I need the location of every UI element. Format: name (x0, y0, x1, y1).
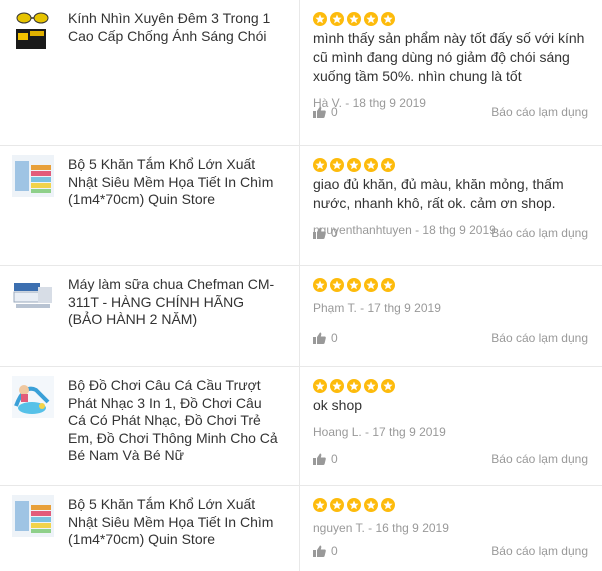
star-icon (330, 158, 344, 172)
star-icon (313, 379, 327, 393)
product-thumbnail[interactable] (12, 495, 54, 537)
review-text: ok shop (313, 397, 363, 413)
star-icon (364, 12, 378, 26)
review-actions: 0 Báo cáo lạm dụng (313, 226, 588, 240)
product-name[interactable]: Bộ 5 Khăn Tắm Khổ Lớn Xuất Nhật Siêu Mềm… (68, 156, 299, 265)
thumbs-up-icon (313, 453, 326, 465)
report-abuse-link[interactable]: Báo cáo lạm dụng (491, 331, 588, 345)
review-cell: nguyen T. - 16 thg 9 2019 0 Báo cáo lạm … (300, 486, 602, 571)
star-icon (330, 12, 344, 26)
report-abuse-link[interactable]: Báo cáo lạm dụng (491, 452, 588, 466)
like-count: 0 (331, 331, 338, 345)
thumbs-up-icon (313, 106, 326, 118)
like-count: 0 (331, 105, 338, 119)
product-cell: Kính Nhìn Xuyên Đêm 3 Trong 1 Cao Cấp Ch… (0, 0, 300, 145)
like-button[interactable]: 0 (313, 226, 338, 240)
review-actions: 0 Báo cáo lạm dụng (313, 544, 588, 558)
like-button[interactable]: 0 (313, 452, 338, 466)
product-cell: Máy làm sữa chua Chefman CM-311T - HÀNG … (0, 266, 300, 366)
like-count: 0 (331, 452, 338, 466)
star-icon (381, 158, 395, 172)
review-text: giao đủ khăn, đủ màu, khăn mỏng, thấm nư… (313, 176, 564, 211)
star-icon (313, 158, 327, 172)
report-abuse-link[interactable]: Báo cáo lạm dụng (491, 105, 588, 119)
star-icon (364, 498, 378, 512)
thumbs-up-icon (313, 545, 326, 557)
product-cell: Bộ 5 Khăn Tắm Khổ Lớn Xuất Nhật Siêu Mềm… (0, 486, 300, 571)
star-icon (347, 498, 361, 512)
review-row: Bộ 5 Khăn Tắm Khổ Lớn Xuất Nhật Siêu Mềm… (0, 146, 602, 266)
rating-stars (313, 12, 588, 26)
star-icon (364, 278, 378, 292)
review-cell: Phạm T. - 17 thg 9 2019 0 Báo cáo lạm dụ… (300, 266, 602, 366)
star-icon (347, 278, 361, 292)
rating-stars (313, 379, 588, 393)
like-count: 0 (331, 544, 338, 558)
report-abuse-link[interactable]: Báo cáo lạm dụng (491, 544, 588, 558)
review-author-date: Hoang L. - 17 thg 9 2019 (313, 425, 446, 439)
review-cell: mình thấy sản phẩm này tốt đấy số với kí… (300, 0, 602, 145)
like-button[interactable]: 0 (313, 105, 338, 119)
star-icon (381, 498, 395, 512)
review-row: Máy làm sữa chua Chefman CM-311T - HÀNG … (0, 266, 602, 367)
review-author-date: Phạm T. - 17 thg 9 2019 (313, 301, 441, 315)
star-icon (381, 12, 395, 26)
star-icon (347, 379, 361, 393)
review-actions: 0 Báo cáo lạm dụng (313, 331, 588, 345)
star-icon (330, 379, 344, 393)
thumbs-up-icon (313, 227, 326, 239)
review-actions: 0 Báo cáo lạm dụng (313, 105, 588, 119)
product-cell: Bộ Đồ Chơi Câu Cá Cầu Trượt Phát Nhạc 3 … (0, 367, 300, 485)
review-row: Kính Nhìn Xuyên Đêm 3 Trong 1 Cao Cấp Ch… (0, 0, 602, 146)
review-cell: ok shop Hoang L. - 17 thg 9 2019 0 Báo c… (300, 367, 602, 485)
product-thumbnail[interactable] (12, 275, 54, 317)
star-icon (313, 278, 327, 292)
review-actions: 0 Báo cáo lạm dụng (313, 452, 588, 466)
star-icon (347, 12, 361, 26)
product-name[interactable]: Kính Nhìn Xuyên Đêm 3 Trong 1 Cao Cấp Ch… (68, 10, 299, 145)
star-icon (381, 278, 395, 292)
review-cell: giao đủ khăn, đủ màu, khăn mỏng, thấm nư… (300, 146, 602, 265)
review-row: Bộ Đồ Chơi Câu Cá Cầu Trượt Phát Nhạc 3 … (0, 367, 602, 486)
star-icon (313, 12, 327, 26)
star-icon (364, 158, 378, 172)
review-text: mình thấy sản phẩm này tốt đấy số với kí… (313, 30, 585, 84)
thumbs-up-icon (313, 332, 326, 344)
like-button[interactable]: 0 (313, 331, 338, 345)
review-row: Bộ 5 Khăn Tắm Khổ Lớn Xuất Nhật Siêu Mềm… (0, 486, 602, 571)
review-author-date: nguyen T. - 16 thg 9 2019 (313, 521, 449, 535)
product-name[interactable]: Máy làm sữa chua Chefman CM-311T - HÀNG … (68, 276, 299, 366)
review-list: Kính Nhìn Xuyên Đêm 3 Trong 1 Cao Cấp Ch… (0, 0, 602, 571)
rating-stars (313, 158, 588, 172)
product-thumbnail[interactable] (12, 376, 54, 418)
report-abuse-link[interactable]: Báo cáo lạm dụng (491, 226, 588, 240)
star-icon (347, 158, 361, 172)
star-icon (313, 498, 327, 512)
product-thumbnail[interactable] (12, 9, 54, 51)
product-name[interactable]: Bộ Đồ Chơi Câu Cá Cầu Trượt Phát Nhạc 3 … (68, 377, 299, 485)
product-thumbnail[interactable] (12, 155, 54, 197)
star-icon (330, 498, 344, 512)
like-count: 0 (331, 226, 338, 240)
product-cell: Bộ 5 Khăn Tắm Khổ Lớn Xuất Nhật Siêu Mềm… (0, 146, 300, 265)
rating-stars (313, 278, 588, 292)
star-icon (364, 379, 378, 393)
star-icon (330, 278, 344, 292)
like-button[interactable]: 0 (313, 544, 338, 558)
product-name[interactable]: Bộ 5 Khăn Tắm Khổ Lớn Xuất Nhật Siêu Mềm… (68, 496, 299, 571)
rating-stars (313, 498, 588, 512)
star-icon (381, 379, 395, 393)
